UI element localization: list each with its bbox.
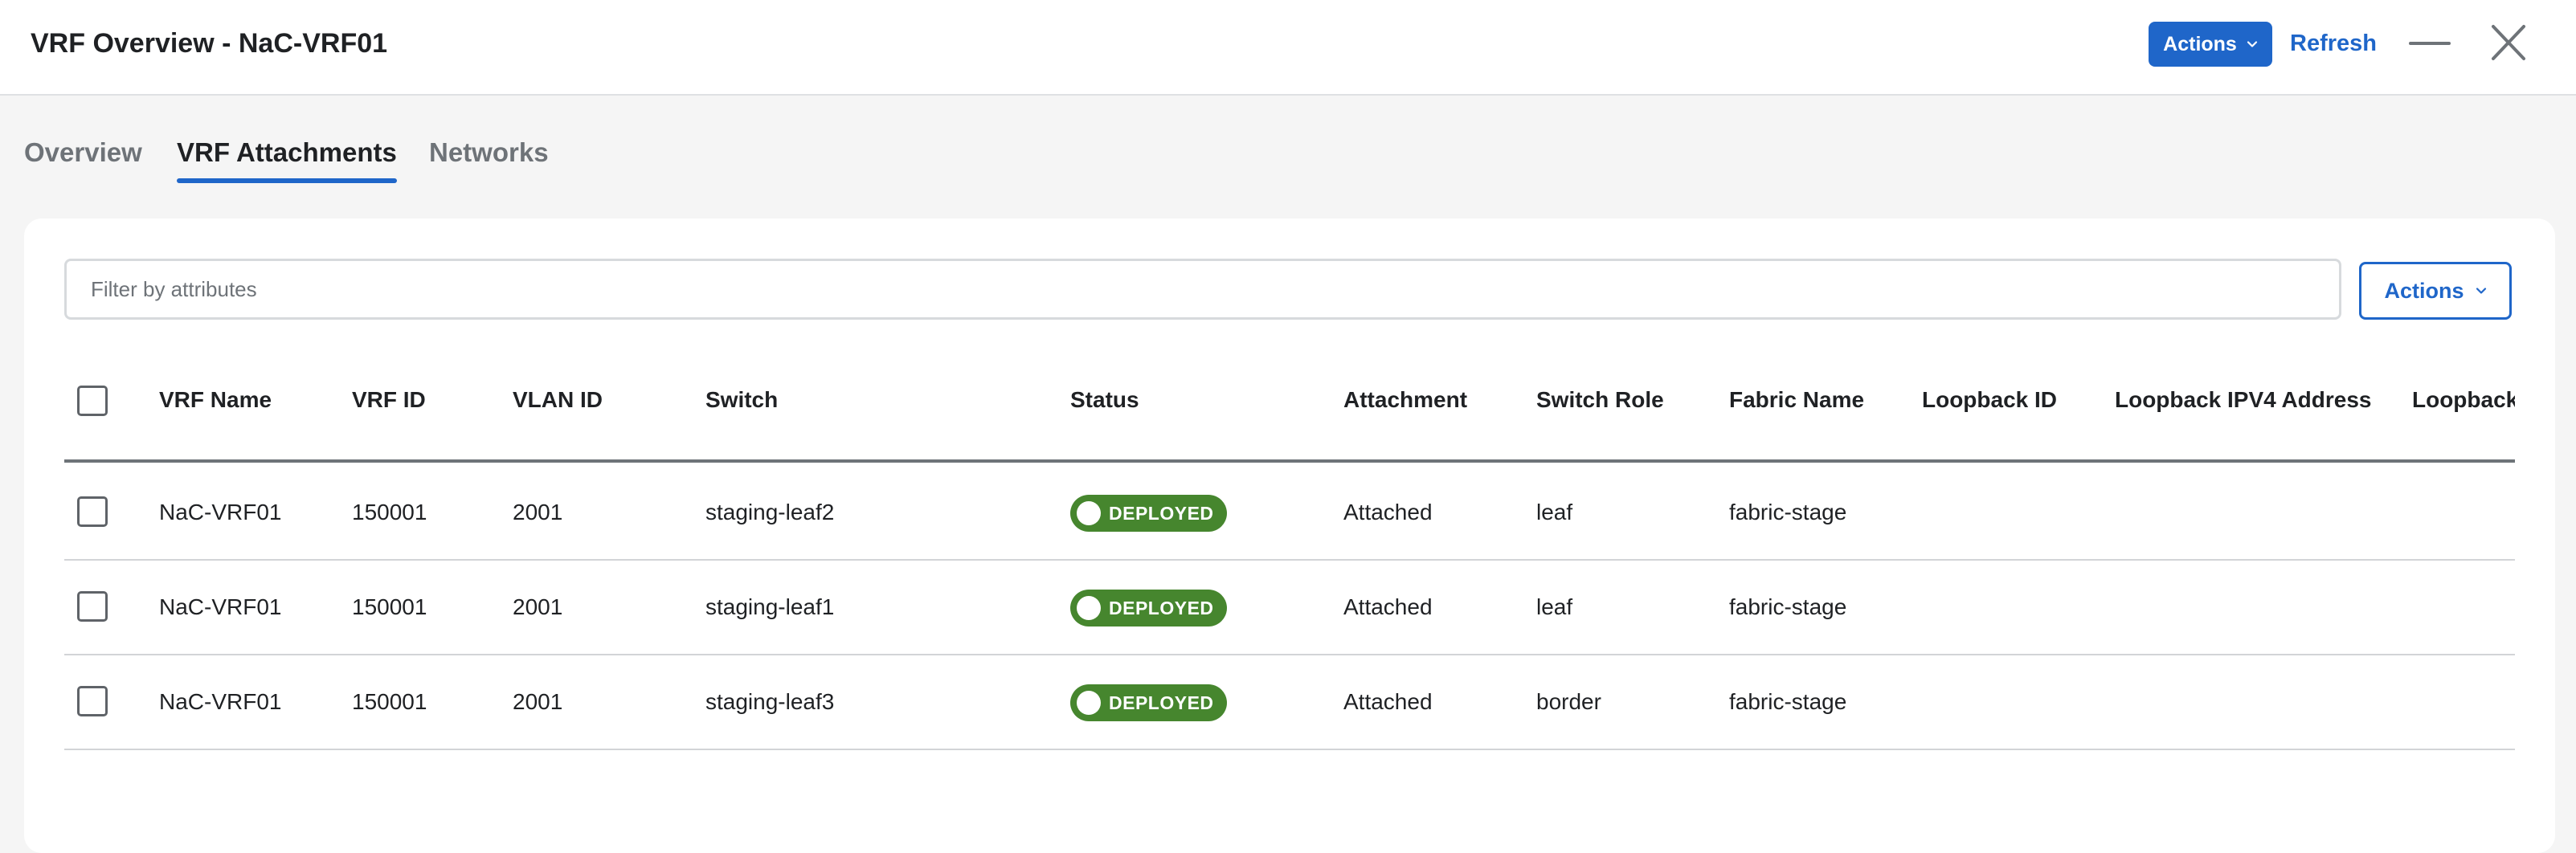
- status-label: DEPLOYED: [1109, 692, 1214, 713]
- status-dot-icon: [1077, 691, 1101, 715]
- table-row[interactable]: NaC-VRF01 150001 2001 staging-leaf1 DEPL…: [64, 561, 2515, 655]
- status-badge: DEPLOYED: [1070, 495, 1227, 532]
- cell-vlan-id: 2001: [513, 689, 563, 714]
- status-dot-icon: [1077, 596, 1101, 620]
- row-checkbox[interactable]: [77, 686, 108, 716]
- table-actions-label: Actions: [2384, 278, 2464, 303]
- status-badge: DEPLOYED: [1070, 684, 1227, 721]
- cell-switch: staging-leaf1: [705, 594, 835, 619]
- cell-switch: staging-leaf3: [705, 689, 835, 714]
- refresh-button[interactable]: Refresh: [2290, 27, 2377, 59]
- column-header-vrf-name[interactable]: VRF Name: [159, 386, 272, 414]
- column-header-loopback[interactable]: Loopback: [2412, 386, 2515, 414]
- attachments-card: Actions VRF Name VRF ID VLAN ID Switch S…: [24, 218, 2555, 853]
- cell-vrf-id: 150001: [352, 594, 427, 619]
- cell-vrf-id: 150001: [352, 689, 427, 714]
- column-header-switch[interactable]: Switch: [705, 386, 778, 414]
- row-checkbox[interactable]: [77, 591, 108, 622]
- cell-vrf-name: NaC-VRF01: [159, 594, 282, 619]
- cell-vlan-id: 2001: [513, 594, 563, 619]
- modal-header: VRF Overview - NaC-VRF01 Actions Refresh: [0, 0, 2576, 96]
- table-row[interactable]: NaC-VRF01 150001 2001 staging-leaf3 DEPL…: [64, 655, 2515, 750]
- cell-vrf-name: NaC-VRF01: [159, 689, 282, 714]
- cell-vrf-name: NaC-VRF01: [159, 500, 282, 524]
- cell-attachment: Attached: [1343, 689, 1433, 714]
- active-tab-indicator: [177, 178, 397, 183]
- column-header-loopback-id[interactable]: Loopback ID: [1922, 386, 2057, 414]
- column-header-vlan-id[interactable]: VLAN ID: [513, 386, 603, 414]
- table-actions-button[interactable]: Actions: [2359, 262, 2512, 320]
- cell-vrf-id: 150001: [352, 500, 427, 524]
- column-header-fabric-name[interactable]: Fabric Name: [1729, 386, 1864, 414]
- filter-input[interactable]: [64, 259, 2341, 320]
- status-label: DEPLOYED: [1109, 597, 1214, 618]
- status-label: DEPLOYED: [1109, 502, 1214, 524]
- chevron-down-icon: [2476, 288, 2486, 294]
- cell-attachment: Attached: [1343, 594, 1433, 619]
- table-row[interactable]: NaC-VRF01 150001 2001 staging-leaf2 DEPL…: [64, 466, 2515, 561]
- tab-overview[interactable]: Overview: [24, 137, 142, 169]
- status-badge: DEPLOYED: [1070, 590, 1227, 626]
- column-header-loopback-ipv4[interactable]: Loopback IPV4 Address: [2115, 386, 2372, 414]
- select-all-checkbox[interactable]: [77, 386, 108, 416]
- page-title: VRF Overview - NaC-VRF01: [31, 28, 388, 59]
- cell-switch-role: leaf: [1536, 594, 1573, 619]
- cell-switch-role: border: [1536, 689, 1601, 714]
- status-dot-icon: [1077, 501, 1101, 525]
- cell-attachment: Attached: [1343, 500, 1433, 524]
- column-header-status[interactable]: Status: [1070, 386, 1139, 414]
- tab-networks[interactable]: Networks: [429, 137, 549, 169]
- header-actions-button[interactable]: Actions: [2149, 22, 2272, 67]
- cell-vlan-id: 2001: [513, 500, 563, 524]
- vrf-attachments-table: VRF Name VRF ID VLAN ID Switch Status At…: [64, 339, 2515, 853]
- cell-switch-role: leaf: [1536, 500, 1573, 524]
- column-header-vrf-id[interactable]: VRF ID: [352, 386, 426, 414]
- column-header-attachment[interactable]: Attachment: [1343, 386, 1467, 414]
- cell-fabric-name: fabric-stage: [1729, 500, 1847, 524]
- chevron-down-icon: [2247, 41, 2257, 47]
- tab-vrf-attachments[interactable]: VRF Attachments: [177, 137, 397, 169]
- row-checkbox[interactable]: [77, 496, 108, 527]
- minimize-icon[interactable]: [2409, 29, 2451, 56]
- cell-switch: staging-leaf2: [705, 500, 835, 524]
- header-actions-label: Actions: [2163, 32, 2237, 55]
- cell-fabric-name: fabric-stage: [1729, 689, 1847, 714]
- column-header-switch-role[interactable]: Switch Role: [1536, 386, 1664, 414]
- close-icon[interactable]: [2489, 22, 2528, 63]
- table-header-row: VRF Name VRF ID VLAN ID Switch Status At…: [64, 339, 2515, 463]
- cell-fabric-name: fabric-stage: [1729, 594, 1847, 619]
